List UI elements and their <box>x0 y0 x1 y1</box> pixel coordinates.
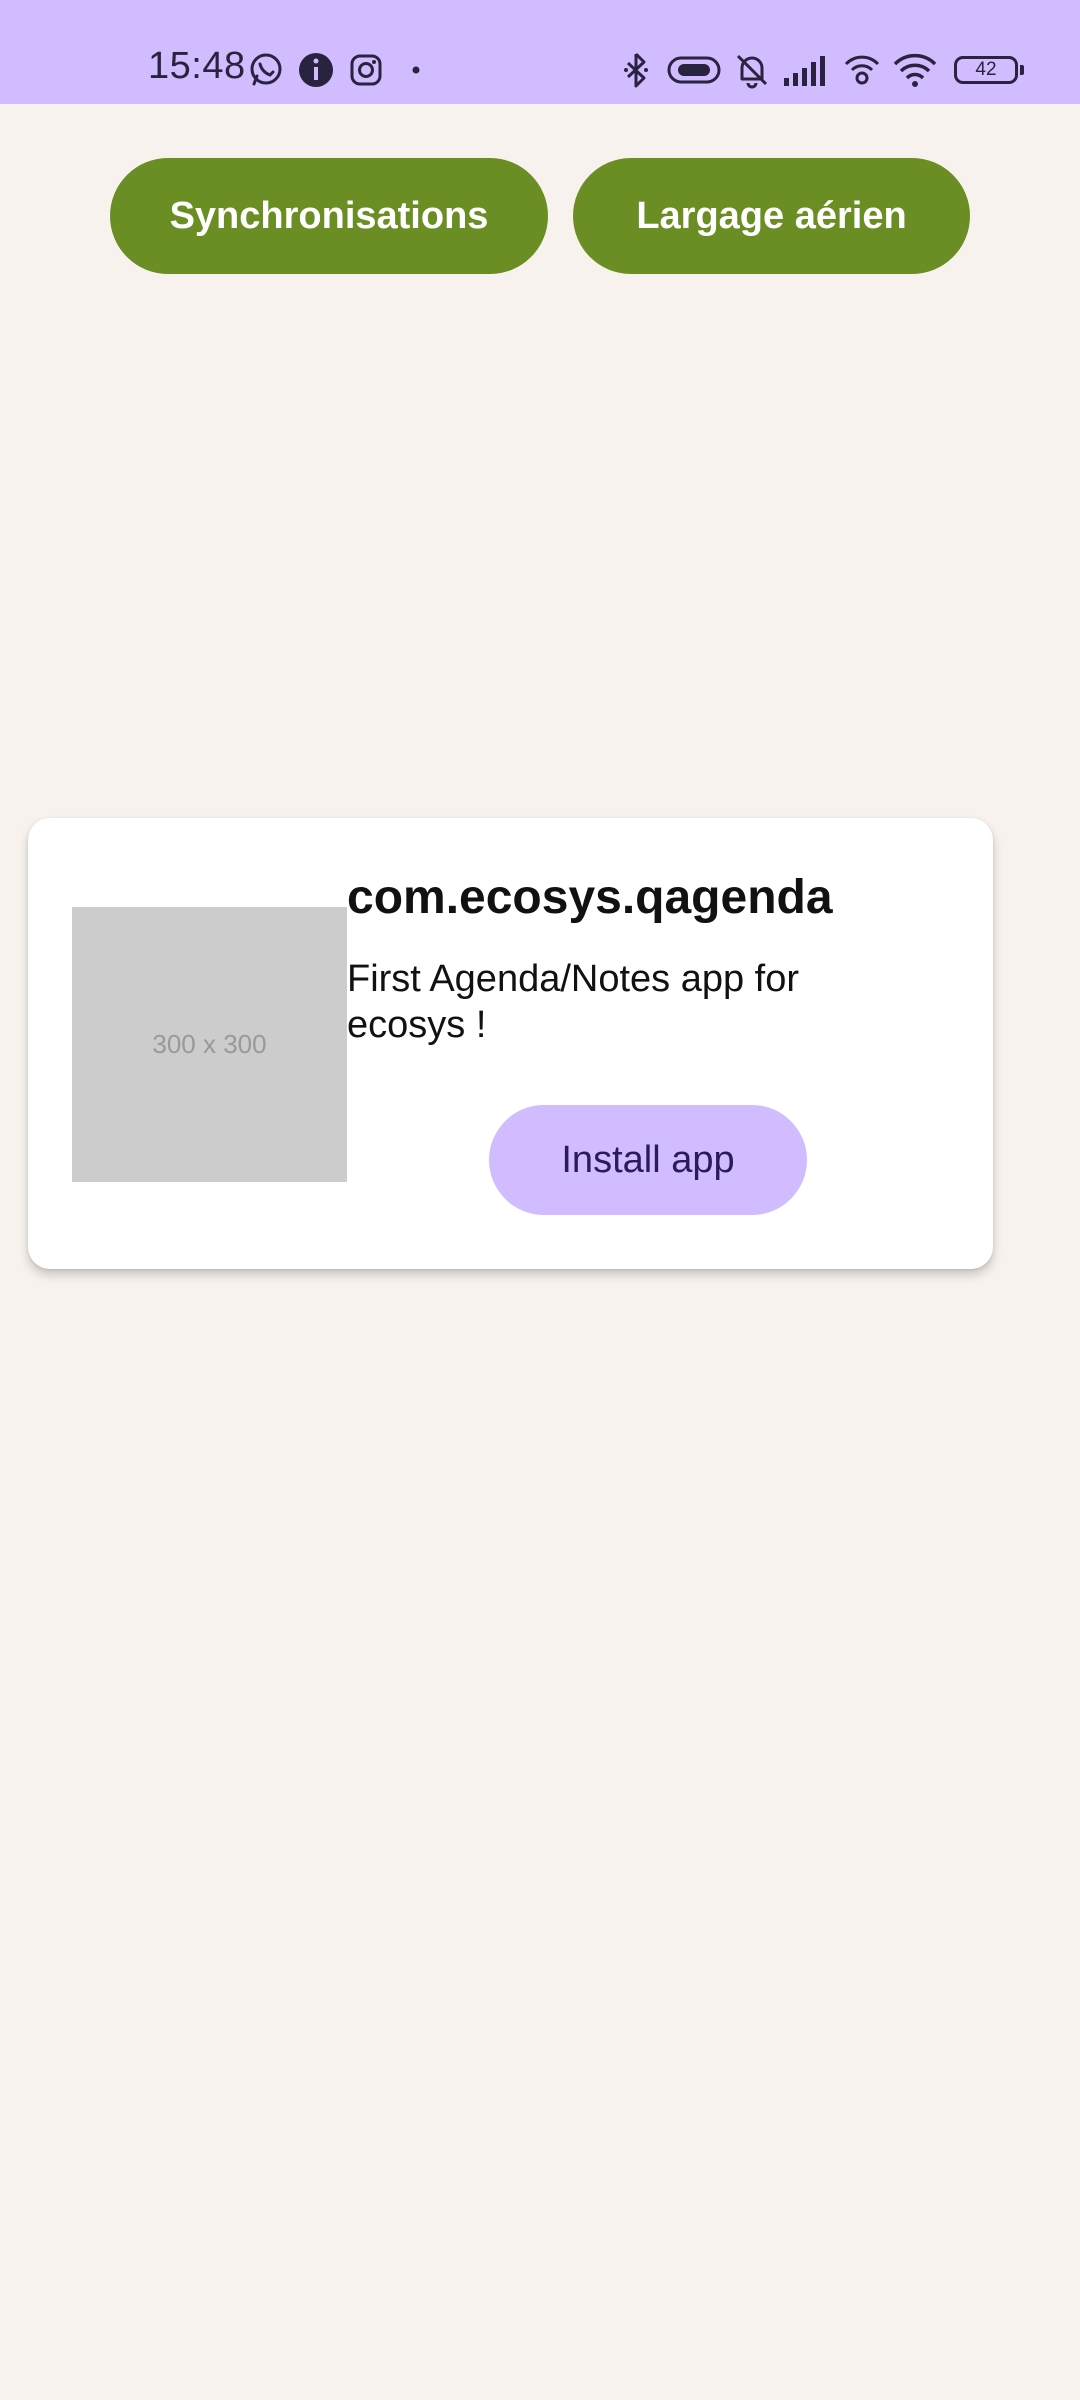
bluetooth-icon <box>616 50 656 90</box>
app-image-placeholder: 300 x 300 <box>72 907 347 1182</box>
dot-icon <box>396 50 436 90</box>
signal-icon <box>782 50 832 90</box>
status-time: 15:48 <box>148 45 246 87</box>
info-icon <box>296 50 336 90</box>
status-bar: 15:48 42 <box>0 0 1080 104</box>
battery-icon: 42 <box>954 56 1024 84</box>
airdrop-button[interactable]: Largage aérien <box>573 158 970 274</box>
whatsapp-icon <box>246 50 286 90</box>
image-placeholder-label: 300 x 300 <box>152 1029 267 1059</box>
hotspot-icon <box>842 50 882 90</box>
wifi-icon <box>892 50 938 90</box>
app-name: com.ecosys.qagenda <box>347 871 833 924</box>
app-card: 300 x 300 com.ecosys.qagenda First Agend… <box>28 818 993 1269</box>
app-description: First Agenda/Notes app for ecosys ! <box>347 958 800 1046</box>
vibrate-icon <box>666 50 722 90</box>
install-app-button[interactable]: Install app <box>489 1105 807 1215</box>
bell-off-icon <box>732 50 772 90</box>
instagram-icon <box>346 50 386 90</box>
synchronisations-button[interactable]: Synchronisations <box>110 158 548 274</box>
